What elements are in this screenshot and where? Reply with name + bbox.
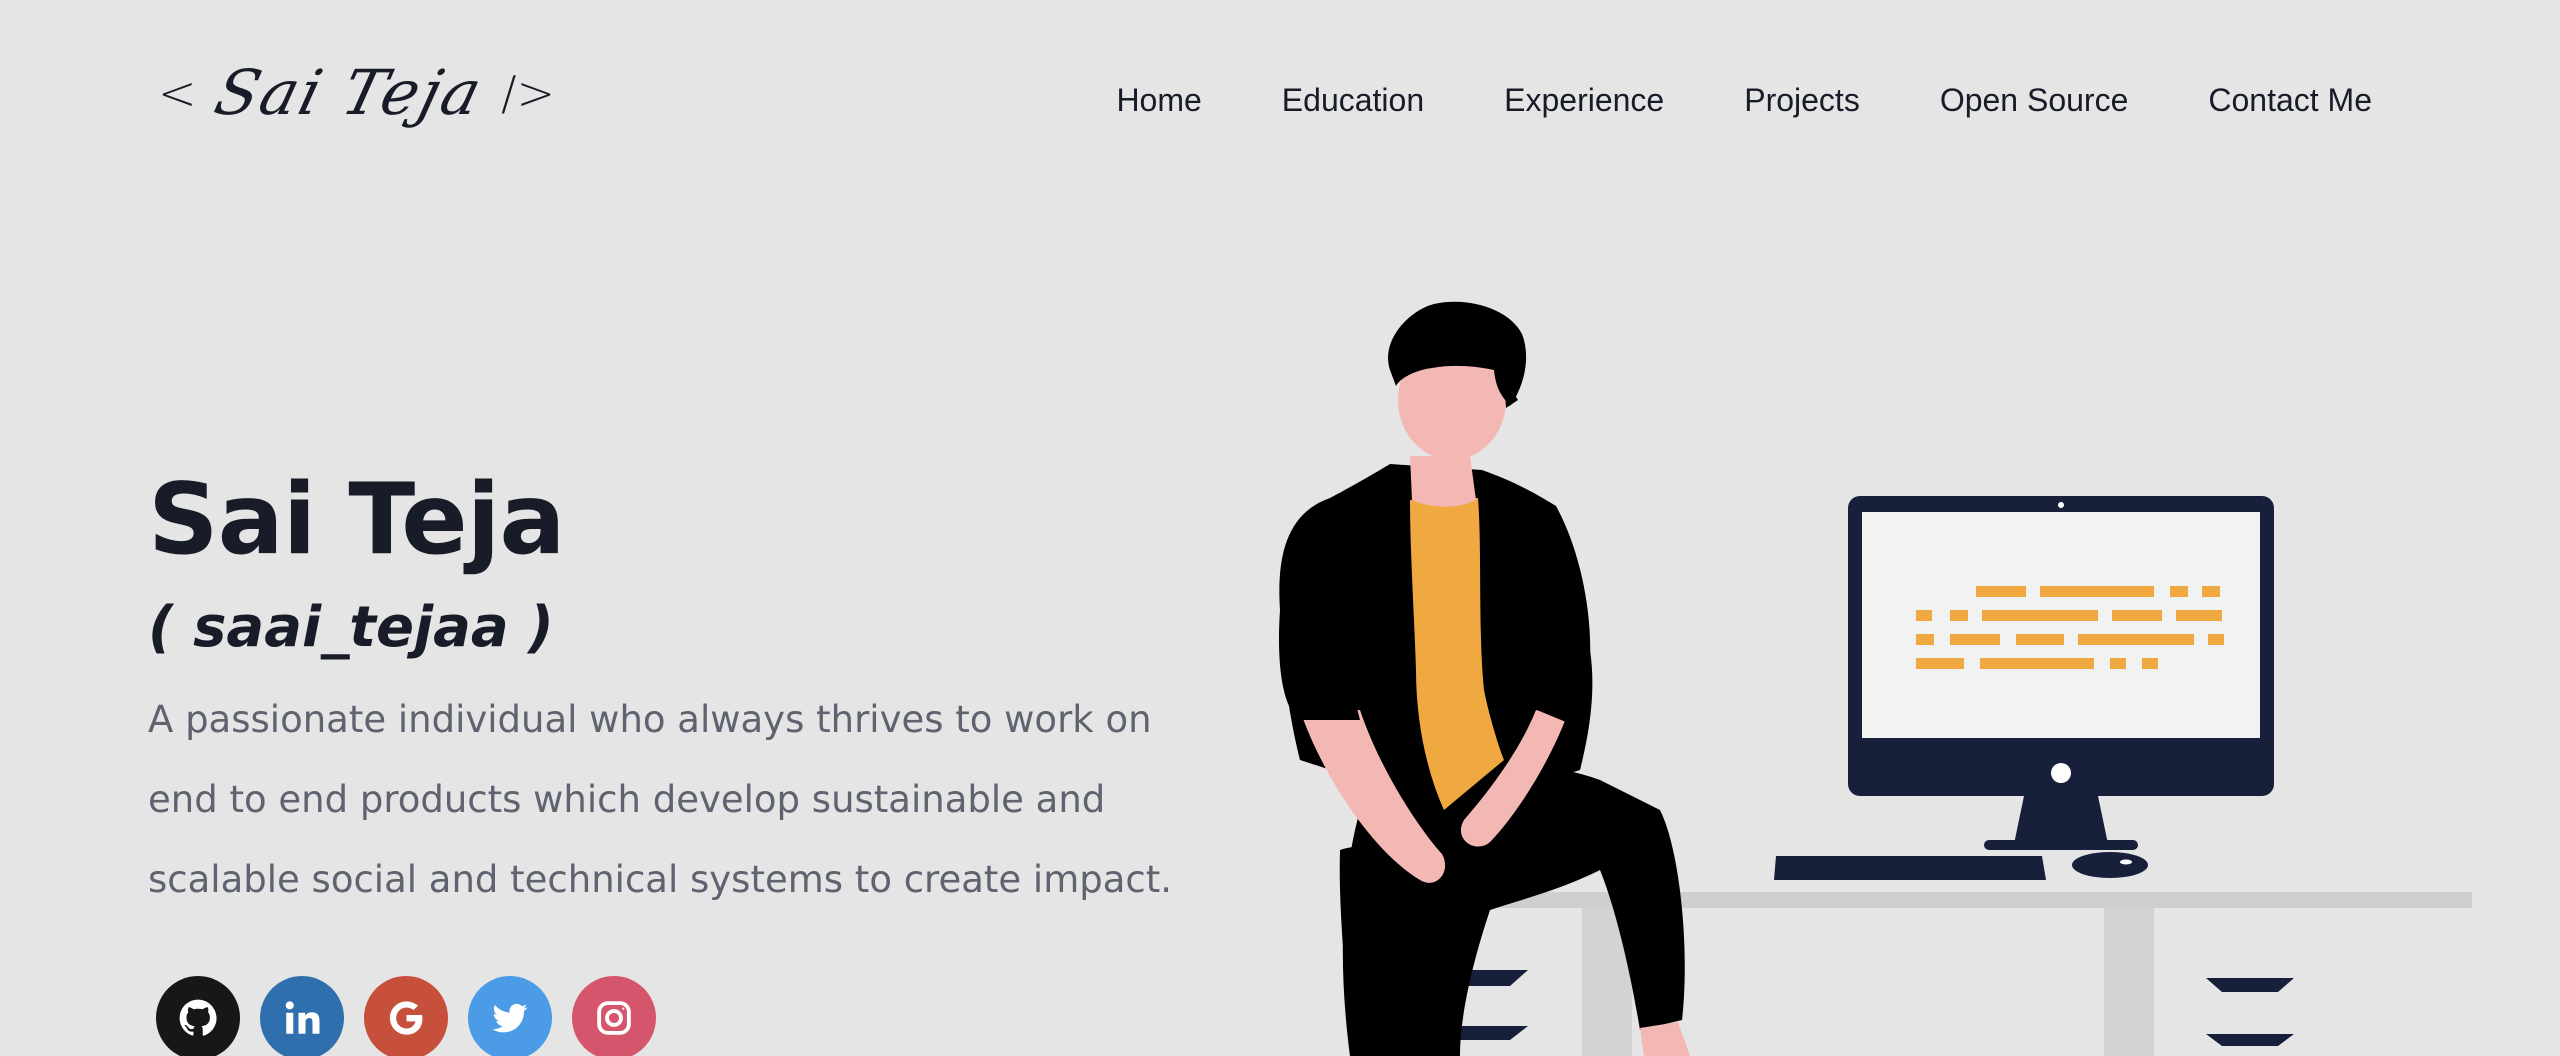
github-icon bbox=[179, 999, 217, 1036]
hero-description: A passionate individual who always thriv… bbox=[148, 698, 1173, 901]
nav-projects[interactable]: Projects bbox=[1744, 78, 1860, 122]
social-links bbox=[156, 976, 656, 1056]
github-button[interactable] bbox=[156, 976, 240, 1056]
nav-experience[interactable]: Experience bbox=[1504, 78, 1664, 122]
mouse bbox=[2072, 852, 2148, 878]
nav-home[interactable]: Home bbox=[1116, 78, 1201, 122]
logo-open-bracket: < bbox=[158, 65, 197, 120]
linkedin-icon bbox=[285, 1001, 320, 1034]
instagram-button[interactable] bbox=[572, 976, 656, 1056]
logo-link[interactable]: < Sai Teja /> bbox=[148, 56, 565, 129]
google-button[interactable] bbox=[364, 976, 448, 1056]
nav-open-source[interactable]: Open Source bbox=[1940, 78, 2129, 122]
logo-close-bracket: /> bbox=[500, 65, 555, 120]
linkedin-button[interactable] bbox=[260, 976, 344, 1056]
instagram-icon bbox=[597, 1001, 631, 1035]
logo-signature: Sai Teja bbox=[207, 56, 491, 129]
person bbox=[1278, 301, 1690, 1056]
twitter-button[interactable] bbox=[468, 976, 552, 1056]
developer-illustration bbox=[1278, 301, 2472, 1056]
hero-handle: ( saai_tejaa ) bbox=[148, 595, 554, 660]
hero-title: Sai Teja bbox=[148, 463, 565, 577]
site-header: < Sai Teja /> Home Education Experience … bbox=[0, 0, 2560, 200]
twitter-icon bbox=[492, 1003, 528, 1033]
portfolio-page: < Sai Teja /> Home Education Experience … bbox=[0, 0, 2560, 1056]
main-nav: Home Education Experience Projects Open … bbox=[1116, 78, 2372, 122]
keyboard bbox=[1774, 856, 2046, 880]
monitor bbox=[1848, 496, 2274, 850]
desk bbox=[1440, 892, 2472, 1056]
hero-section: Sai Teja ( saai_tejaa ) A passionate ind… bbox=[148, 460, 1208, 920]
nav-contact-me[interactable]: Contact Me bbox=[2208, 78, 2372, 122]
google-icon bbox=[389, 1001, 423, 1035]
nav-education[interactable]: Education bbox=[1282, 78, 1424, 122]
